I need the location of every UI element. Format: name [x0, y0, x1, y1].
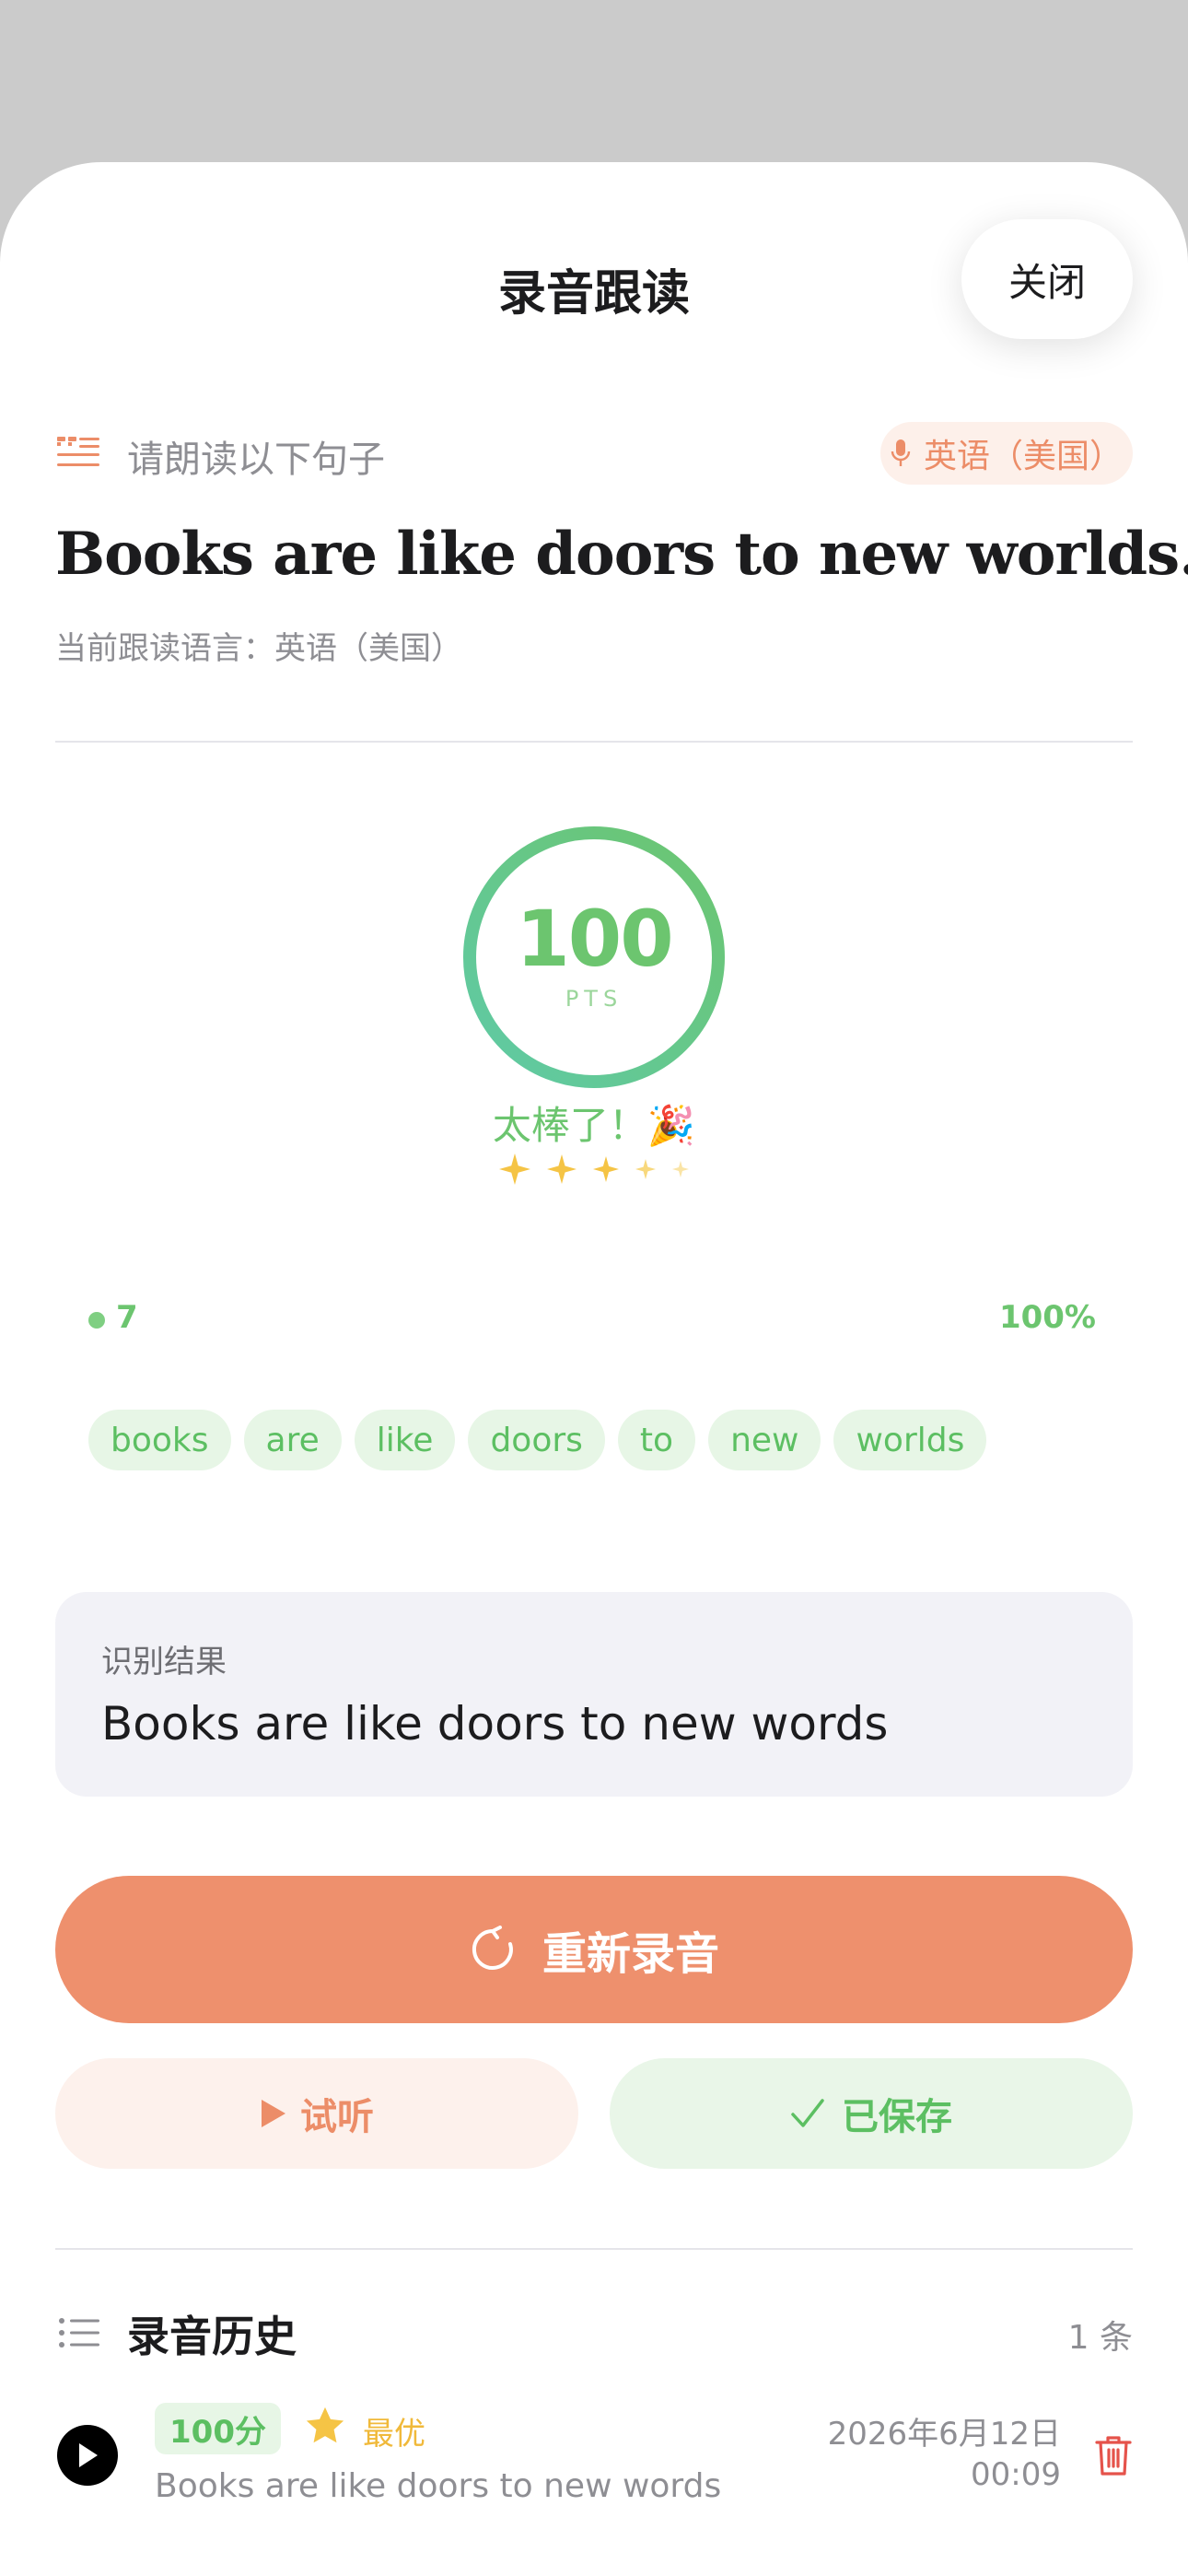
target-sentence: Books are like doors to new worlds.	[55, 520, 1188, 589]
microphone-icon	[891, 439, 911, 466]
word-accuracy: 100%	[998, 1299, 1096, 1336]
word-chip[interactable]: like	[354, 1410, 456, 1470]
word-chip[interactable]: worlds	[833, 1410, 987, 1470]
sparkle-icon	[593, 1156, 619, 1182]
recognition-label: 识别结果	[101, 1644, 227, 1680]
history-count: 1 条	[1067, 2319, 1133, 2357]
history-title: 录音历史	[127, 2312, 297, 2361]
trash-icon[interactable]	[1094, 2434, 1133, 2476]
sparkle-rating	[0, 1153, 1188, 1185]
word-chip[interactable]: doors	[468, 1410, 605, 1470]
history-entry-date: 2026年6月12日	[827, 2416, 1061, 2453]
language-badge: 英语（美国）	[880, 422, 1133, 485]
word-count: 7	[116, 1299, 138, 1336]
close-button[interactable]: 关闭	[961, 219, 1133, 339]
listen-button[interactable]: 试听	[55, 2058, 578, 2169]
history-score-badge: 100分	[155, 2403, 281, 2454]
score-value: 100	[516, 894, 673, 984]
quote-lines-icon	[57, 437, 99, 466]
word-chip[interactable]: new	[708, 1410, 821, 1470]
recognition-result-box	[55, 1592, 1133, 1797]
sparkle-icon	[547, 1154, 577, 1184]
divider	[55, 741, 1133, 743]
rerecord-button[interactable]: 重新录音	[55, 1876, 1133, 2023]
language-badge-label: 英语（美国）	[923, 438, 1123, 475]
saved-label: 已保存	[842, 2096, 952, 2138]
rerecord-label: 重新录音	[542, 1928, 719, 1980]
history-entry-time: 00:09	[971, 2456, 1061, 2493]
sparkle-icon	[499, 1153, 530, 1185]
history-entry-text: Books are like doors to new words	[155, 2467, 722, 2505]
play-icon	[262, 2100, 285, 2127]
prompt-label: 请朗读以下句子	[127, 439, 385, 481]
listen-label: 试听	[300, 2096, 374, 2138]
word-chips: books are like doors to new worlds	[88, 1410, 987, 1470]
divider	[55, 2248, 1133, 2250]
word-chip[interactable]: to	[617, 1410, 696, 1470]
sparkle-icon	[635, 1159, 656, 1179]
saved-button[interactable]: 已保存	[610, 2058, 1133, 2169]
play-icon	[79, 2443, 98, 2467]
praise-text: 太棒了！🎉	[492, 1103, 696, 1148]
current-language: 当前跟读语言：英语（美国）	[55, 630, 462, 667]
word-count-dot	[88, 1312, 105, 1329]
checkmark-icon	[791, 2099, 824, 2127]
history-play-button[interactable]	[57, 2425, 118, 2486]
score-unit: PTS	[565, 986, 623, 1012]
star-icon	[306, 2406, 344, 2443]
refresh-icon	[472, 1926, 513, 1970]
sparkle-icon	[672, 1161, 689, 1177]
history-best-label: 最优	[363, 2416, 425, 2453]
recognition-text: Books are like doors to new words	[101, 1697, 889, 1751]
word-chip[interactable]: are	[243, 1410, 342, 1470]
list-icon	[59, 2318, 99, 2348]
word-chip[interactable]: books	[88, 1410, 231, 1470]
